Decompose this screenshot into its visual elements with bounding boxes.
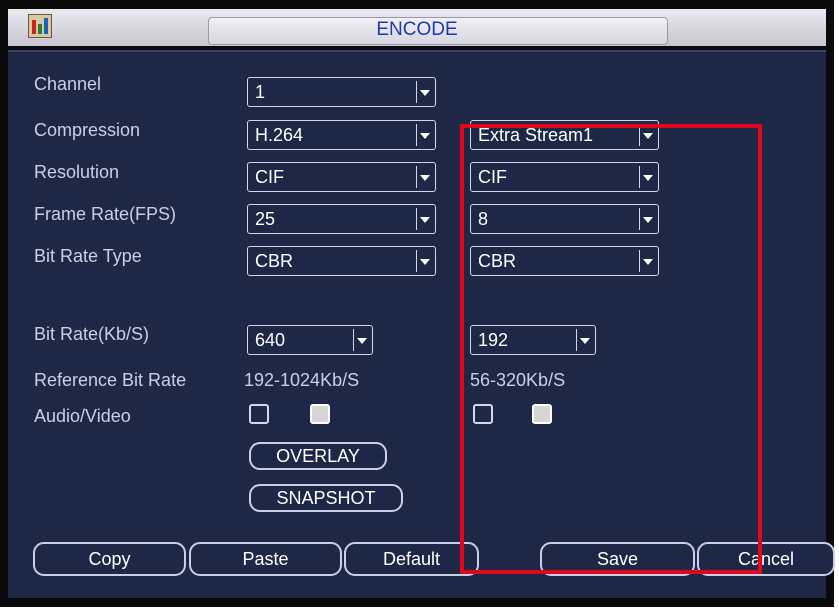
chevron-down-icon <box>416 81 432 103</box>
bit-rate-type-select[interactable]: CBR <box>247 246 436 276</box>
encode-panel: Channel Compression Resolution Frame Rat… <box>8 50 835 598</box>
chevron-down-icon <box>416 250 432 272</box>
window-title: ENCODE <box>376 19 458 40</box>
resolution-label: Resolution <box>34 162 120 182</box>
resolution-select[interactable]: CIF <box>247 162 436 192</box>
chevron-down-icon <box>416 124 432 146</box>
title-bar: ENCODE <box>8 9 826 46</box>
channel-select[interactable]: 1 <box>247 77 436 107</box>
bit-rate-label: Bit Rate(Kb/S) <box>34 324 150 344</box>
encode-dialog: ENCODE Channel Compression Resolution Fr… <box>0 0 835 607</box>
chevron-down-icon <box>416 208 432 230</box>
default-button[interactable]: Default <box>344 542 479 576</box>
channel-label: Channel <box>34 74 102 94</box>
audio-video-label: Audio/Video <box>34 406 131 426</box>
compression-value: H.264 <box>255 125 304 145</box>
extra-stream-highlight <box>460 124 762 574</box>
overlay-button[interactable]: OVERLAY <box>249 442 387 470</box>
bit-rate-type-value: CBR <box>255 251 294 271</box>
reference-bit-rate-value: 192-1024Kb/S <box>244 370 360 390</box>
frame-rate-select[interactable]: 25 <box>247 204 436 234</box>
compression-label: Compression <box>34 120 141 140</box>
bit-rate-type-label: Bit Rate Type <box>34 246 142 266</box>
video-checkbox[interactable] <box>310 404 330 424</box>
reference-bit-rate-label: Reference Bit Rate <box>34 370 187 390</box>
compression-select[interactable]: H.264 <box>247 120 436 150</box>
bit-rate-select[interactable]: 640 <box>247 325 373 355</box>
chevron-down-icon <box>353 329 369 351</box>
audio-checkbox[interactable] <box>249 404 269 424</box>
frame-rate-value: 25 <box>255 209 276 229</box>
chevron-down-icon <box>416 166 432 188</box>
copy-button[interactable]: Copy <box>33 542 186 576</box>
bit-rate-value: 640 <box>255 330 286 350</box>
frame-rate-label: Frame Rate(FPS) <box>34 204 177 224</box>
channel-value: 1 <box>255 82 266 102</box>
resolution-value: CIF <box>255 167 284 187</box>
paste-button[interactable]: Paste <box>189 542 342 576</box>
snapshot-button[interactable]: SNAPSHOT <box>249 484 403 512</box>
